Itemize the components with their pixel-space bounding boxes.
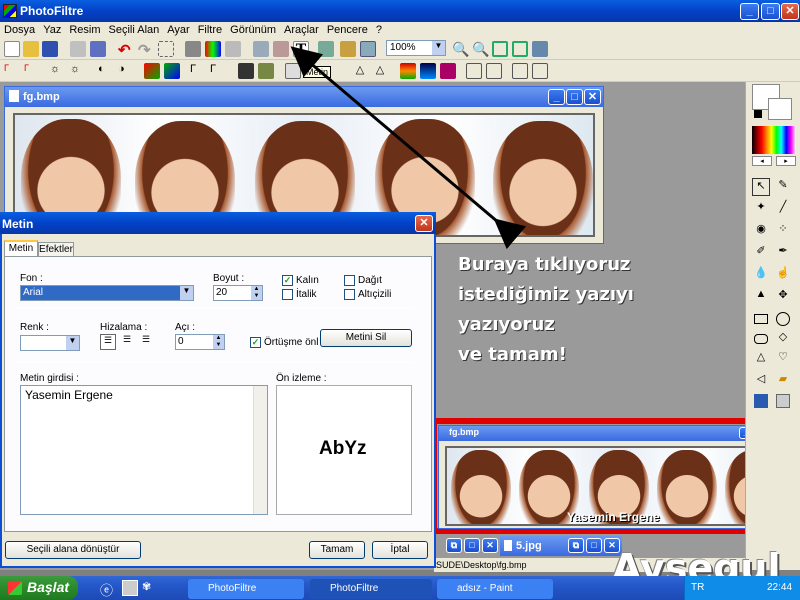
start-button[interactable]: Başlat	[0, 576, 78, 600]
system-tray: TR 22:44	[684, 576, 800, 600]
ie-icon[interactable]: ⓔ	[100, 580, 116, 598]
task-photofiltre-folder[interactable]: PhotoFiltre	[188, 579, 304, 599]
desktop-icon[interactable]	[122, 580, 138, 596]
annotation-arrow	[290, 46, 527, 250]
task-photofiltre[interactable]: PhotoFiltre	[310, 579, 432, 599]
task-paint[interactable]: adsız - Paint	[437, 579, 553, 599]
messenger-icon[interactable]: ✾	[142, 580, 158, 596]
clock: 22:44	[767, 582, 793, 593]
windows-logo-icon	[8, 581, 22, 595]
language-indicator[interactable]: TR	[691, 582, 704, 593]
